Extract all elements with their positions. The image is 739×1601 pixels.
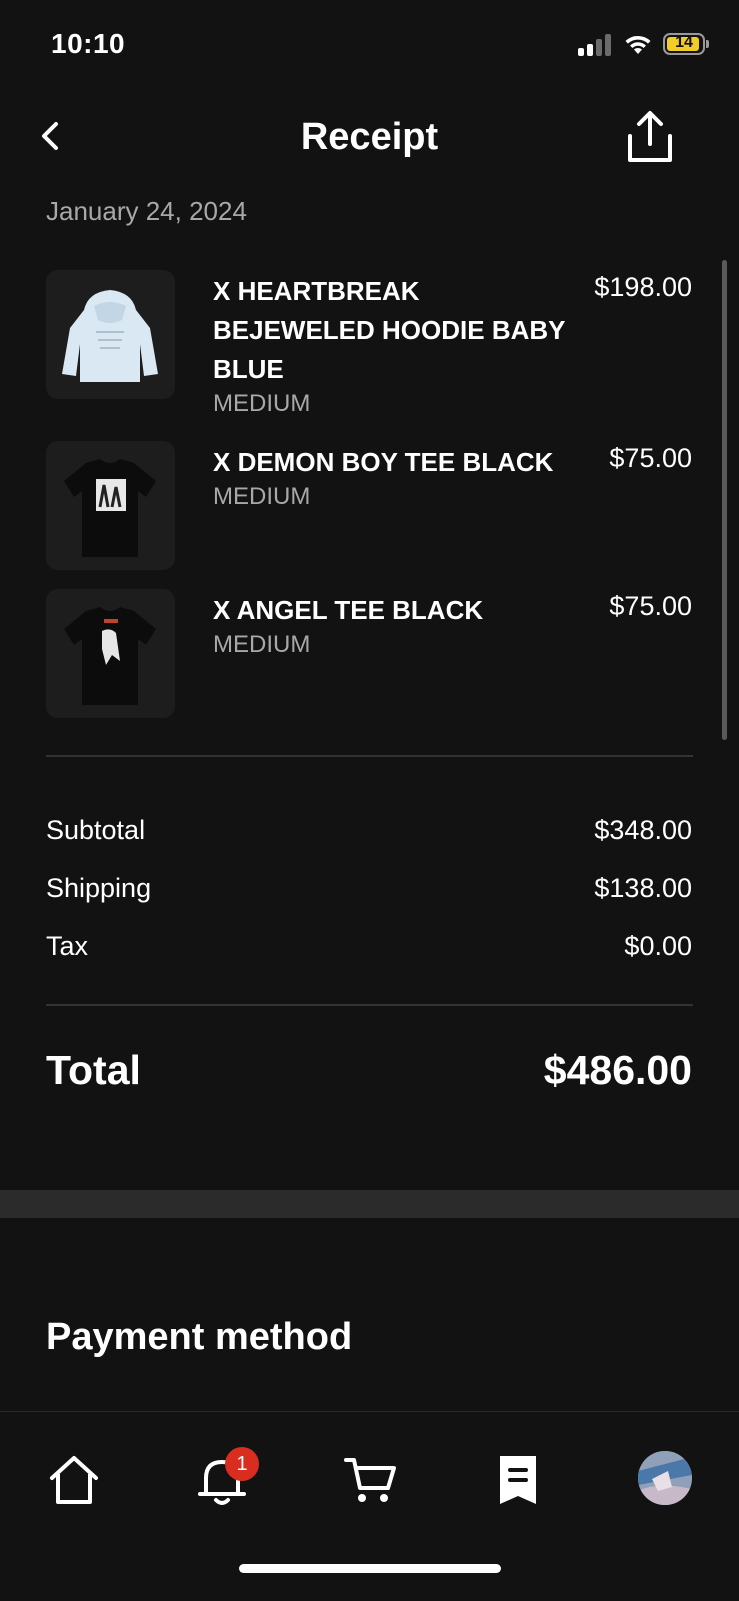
total-label: Total: [46, 1047, 141, 1093]
item-size: MEDIUM: [213, 390, 311, 417]
item-price: $75.00: [609, 591, 692, 621]
payment-method-heading: Payment method: [46, 1316, 353, 1358]
subtotal-label: Subtotal: [46, 815, 146, 845]
battery-icon: 14: [663, 33, 705, 55]
tax-label: Tax: [46, 931, 89, 961]
total-value: $486.00: [543, 1047, 692, 1093]
shipping-value: $138.00: [594, 873, 692, 903]
item-size: MEDIUM: [213, 483, 311, 510]
scrollbar[interactable]: [722, 260, 727, 740]
item-price: $198.00: [594, 272, 692, 302]
order-date: January 24, 2024: [46, 196, 247, 226]
list-item[interactable]: X ANGEL TEE BLACK MEDIUM $75.00: [46, 589, 692, 718]
item-name: X DEMON BOY TEE BLACK: [213, 447, 554, 477]
wifi-icon: [625, 35, 651, 54]
status-bar: 10:10 14: [0, 0, 739, 90]
cart-icon[interactable]: [342, 1452, 398, 1508]
home-indicator: [239, 1564, 501, 1573]
shipping-label: Shipping: [46, 873, 152, 903]
receipt-icon[interactable]: [490, 1452, 546, 1508]
list-item[interactable]: X HEARTBREAK BEJEWELED HOODIE BABY BLUE …: [46, 270, 692, 420]
subtotal-value: $348.00: [594, 815, 692, 845]
section-separator: [0, 1190, 739, 1218]
share-icon[interactable]: [622, 108, 678, 166]
item-price: $75.00: [609, 443, 692, 473]
battery-level: 14: [675, 34, 693, 51]
product-image: [46, 589, 175, 718]
item-name: X ANGEL TEE BLACK: [213, 595, 484, 625]
product-image: [46, 441, 175, 570]
notification-badge: 1: [225, 1447, 259, 1481]
home-icon[interactable]: [46, 1452, 102, 1508]
item-name: X HEARTBREAK BEJEWELED HOODIE BABY BLUE: [213, 276, 566, 384]
product-image: [46, 270, 175, 399]
avatar[interactable]: [638, 1451, 692, 1505]
status-time: 10:10: [51, 28, 126, 59]
receipt-header: Receipt: [0, 100, 739, 180]
divider: [46, 755, 693, 757]
item-size: MEDIUM: [213, 631, 311, 658]
divider: [46, 1004, 693, 1006]
cellular-signal-icon: [578, 34, 614, 56]
list-item[interactable]: X DEMON BOY TEE BLACK MEDIUM $75.00: [46, 441, 692, 570]
tax-value: $0.00: [624, 931, 692, 961]
